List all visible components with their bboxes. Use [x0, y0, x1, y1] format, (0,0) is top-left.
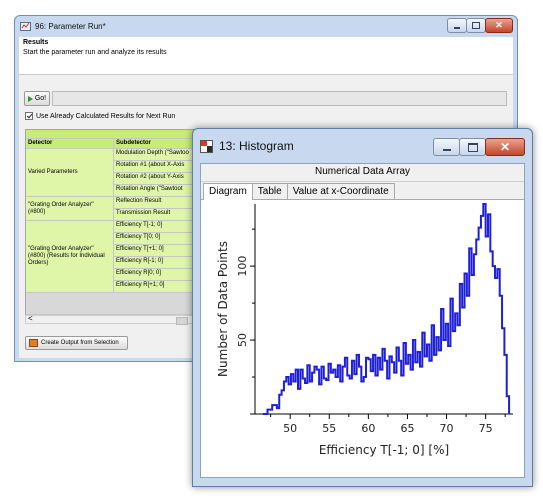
subdetector-cell[interactable]: Rotation #2 (about Y-Axis	[114, 173, 202, 185]
go-label: Go!	[34, 95, 47, 102]
subdetector-cell[interactable]: Efficiency T[-1; 0]	[114, 221, 202, 233]
tab-table[interactable]: Table	[251, 183, 288, 199]
minimize-icon	[454, 27, 460, 29]
subdetector-cell[interactable]: Efficiency R[-1; 0]	[114, 257, 202, 269]
close-icon: ✕	[495, 20, 503, 30]
histogram-titlebar[interactable]: 13: Histogram ✕	[193, 129, 532, 163]
maximize-icon	[472, 22, 480, 29]
detector-column-header[interactable]: Detector	[26, 139, 114, 149]
detector-cell[interactable]: "Grating Order Analyzer" (#800) (Results…	[26, 221, 114, 293]
results-header: Results Start the parameter run and anal…	[19, 37, 513, 75]
histogram-chart[interactable]: 50 55 60 65 70 75 50 100 Efficiency T[-1; 0] [%]…	[201, 200, 526, 481]
scroll-thumb[interactable]	[176, 317, 188, 325]
maximize-icon	[467, 142, 478, 152]
tab-diagram[interactable]: Diagram	[203, 183, 253, 201]
close-button[interactable]: ✕	[485, 18, 513, 33]
subdetector-cell[interactable]: Efficiency R[+1; 0]	[114, 281, 202, 293]
subdetector-cell[interactable]: Reflection Result	[114, 197, 202, 209]
minimize-icon	[442, 149, 451, 151]
subdetector-cell[interactable]: Rotation Angle ("Sawtoot	[114, 185, 202, 197]
subdetector-cell[interactable]: Efficiency T[0; 0]	[114, 233, 202, 245]
parameter-run-title: 96: Parameter Run*	[35, 22, 106, 31]
maximize-button[interactable]	[466, 18, 486, 33]
histogram-client: Numerical Data Array Diagram Table Value…	[200, 163, 525, 478]
detector-label: Varied Parameters	[28, 169, 78, 175]
subdetector-cell[interactable]: Modulation Depth ("Sawtoo	[114, 149, 202, 161]
y-axis-label: Number of Data Points	[216, 241, 230, 377]
histogram-app-icon	[200, 139, 213, 153]
detector-cell[interactable]: Varied Parameters	[26, 149, 114, 197]
detector-cell[interactable]: "Grating Order Analyzer" (#800)	[26, 197, 114, 221]
histogram-window-controls: ✕	[433, 138, 525, 156]
subdetector-cell[interactable]: Transmission Result	[114, 209, 202, 221]
use-calculated-results-label: Use Already Calculated Results for Next …	[36, 112, 176, 120]
x-tick-label: 55	[322, 422, 336, 435]
tab-value-at-x[interactable]: Value at x-Coordinate	[286, 183, 395, 199]
histogram-subtitle: Numerical Data Array	[201, 164, 524, 182]
parameter-run-app-icon	[20, 22, 31, 31]
create-output-button[interactable]: Create Output from Selection	[25, 336, 128, 350]
scroll-left-arrow[interactable]: <	[28, 314, 33, 323]
histogram-minimize-button[interactable]	[433, 138, 460, 156]
results-heading: Results	[23, 39, 49, 46]
play-icon	[27, 95, 33, 102]
histogram-window: 13: Histogram ✕ Numerical Data Array Dia…	[192, 128, 533, 487]
minimize-button[interactable]	[447, 18, 467, 33]
subdetector-cell[interactable]: Rotation #1 (about X-Axis	[114, 161, 202, 173]
create-output-icon	[29, 339, 38, 347]
histogram-series-line	[262, 203, 511, 415]
x-tick-label: 60	[361, 422, 375, 435]
results-description: Start the parameter run and analyze its …	[23, 49, 167, 56]
x-tick-label: 75	[479, 422, 493, 435]
go-button[interactable]: Go!	[24, 91, 50, 106]
run-progress-bar	[52, 91, 507, 106]
parameter-run-window-controls: ✕	[447, 18, 513, 33]
subdetector-cell[interactable]: Efficiency R[0; 0]	[114, 269, 202, 281]
x-tick-label: 50	[283, 422, 297, 435]
y-tick-label: 50	[236, 333, 249, 347]
histogram-title: 13: Histogram	[219, 139, 294, 153]
detector-label: "Grating Order Analyzer" (#800)	[28, 201, 94, 215]
use-calculated-results-option[interactable]: Use Already Calculated Results for Next …	[25, 112, 175, 120]
histogram-maximize-button[interactable]	[459, 138, 486, 156]
detector-label: "Grating Order Analyzer" (#800) (Results…	[28, 246, 105, 266]
x-axis-label: Efficiency T[-1; 0] [%]	[319, 443, 449, 457]
y-tick-label: 100	[236, 256, 249, 277]
x-tick-label: 70	[440, 422, 454, 435]
histogram-plot-area[interactable]: 50 55 60 65 70 75 50 100 Efficiency T[-1; 0] [%]…	[201, 200, 524, 477]
parameter-run-titlebar[interactable]: 96: Parameter Run* ✕	[15, 16, 517, 37]
subdetector-cell[interactable]: Efficiency T[+1; 0]	[114, 245, 202, 257]
run-bar: Go!	[24, 91, 507, 106]
use-calculated-results-checkbox[interactable]	[25, 112, 33, 120]
close-icon: ✕	[499, 140, 511, 154]
create-output-label: Create Output from Selection	[41, 340, 119, 346]
histogram-close-button[interactable]: ✕	[485, 138, 525, 156]
histogram-tabs: Diagram Table Value at x-Coordinate	[201, 182, 524, 201]
subdetector-column-header[interactable]: Subdetector	[114, 139, 202, 149]
x-tick-label: 65	[400, 422, 414, 435]
